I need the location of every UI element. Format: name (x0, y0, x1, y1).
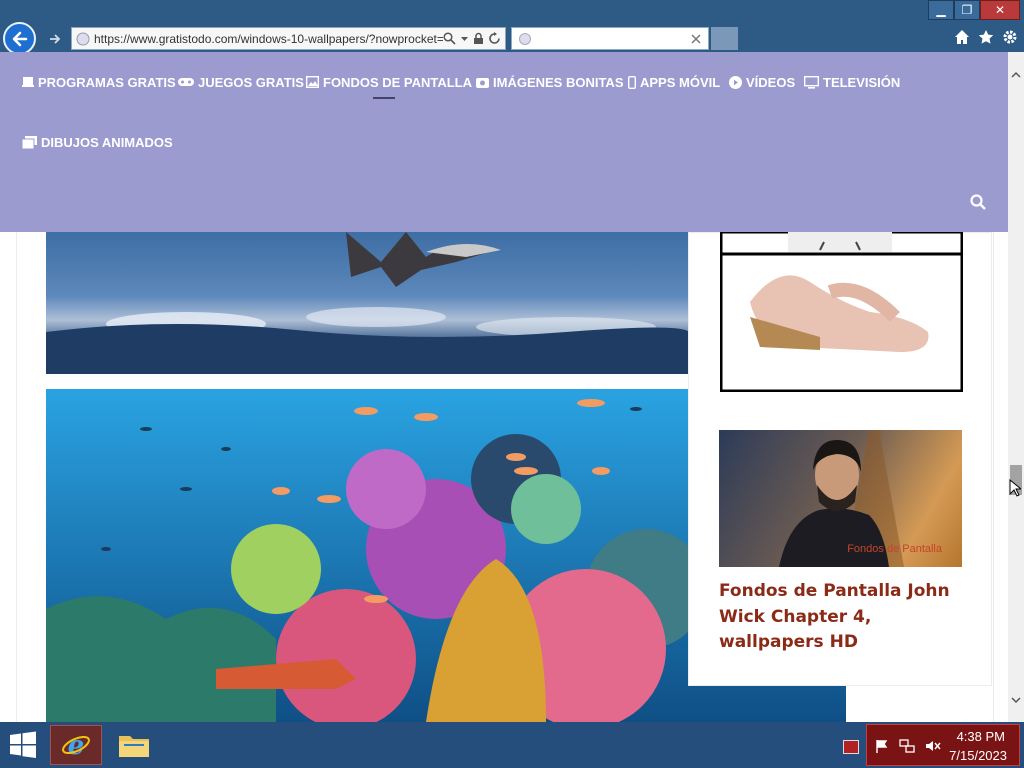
windows-taskbar: e 4:38 PM 7/15/2023 (0, 722, 1024, 768)
clock-date[interactable]: 7/15/2023 (949, 748, 1007, 763)
nav-item-fondos-de-pantalla[interactable]: FONDOS DE PANTALLA (306, 72, 472, 92)
address-bar[interactable]: https://www.gratistodo.com/windows-10-wa… (71, 27, 506, 50)
nav-item-dibujos-animados[interactable]: DIBUJOS ANIMADOS (22, 132, 173, 152)
gamepad-icon (178, 78, 194, 86)
eagle-illustration (46, 232, 688, 374)
window-controls: ▁ ❐ ✕ (928, 0, 1020, 20)
volume-muted-icon[interactable] (925, 739, 941, 753)
nav-item-juegos-gratis[interactable]: JUEGOS GRATIS (178, 72, 304, 92)
search-icon (970, 194, 986, 210)
taskbar-file-explorer[interactable] (110, 725, 158, 765)
sandal-ad-illustration (719, 230, 964, 393)
nav-label: DIBUJOS ANIMADOS (41, 134, 173, 150)
refresh-icon[interactable] (488, 32, 501, 45)
vertical-scrollbar[interactable] (1008, 52, 1024, 722)
main-navigation: PROGRAMAS GRATIS JUEGOS GRATIS FONDOS DE… (0, 52, 1008, 232)
notification-flag-icon[interactable] (843, 740, 859, 754)
forward-button[interactable] (44, 28, 66, 50)
web-page: Fondos de Pantalla Fondos de Pantalla Jo… (0, 52, 1008, 722)
start-button[interactable] (8, 730, 38, 760)
browser-tab[interactable] (511, 27, 709, 50)
images-icon (22, 135, 37, 149)
scroll-up-icon[interactable] (1008, 68, 1024, 82)
taskbar-internet-explorer[interactable]: e (50, 725, 102, 765)
nav-search-button[interactable] (970, 194, 986, 214)
favorites-star-icon[interactable] (978, 29, 994, 45)
dropdown-icon[interactable] (460, 32, 469, 45)
settings-gear-icon[interactable] (1002, 29, 1018, 45)
mobile-icon (628, 75, 636, 89)
search-icon[interactable] (443, 32, 456, 45)
sandal-advertisement[interactable] (719, 230, 964, 393)
new-tab-button[interactable] (711, 27, 738, 50)
scroll-down-icon[interactable] (1008, 693, 1024, 707)
nav-label: PROGRAMAS GRATIS (38, 74, 176, 90)
nav-item-apps-movil[interactable]: APPS MÓVIL (628, 72, 720, 92)
restore-button[interactable]: ❐ (954, 0, 980, 20)
image-icon (306, 76, 319, 88)
active-nav-indicator (373, 97, 395, 99)
close-tab-icon[interactable] (690, 33, 702, 45)
john-wick-image[interactable]: Fondos de Pantalla (719, 430, 962, 567)
svg-text:e: e (68, 731, 85, 760)
action-center-flag-icon[interactable] (875, 739, 889, 753)
play-icon (729, 75, 742, 89)
site-favicon-icon (76, 32, 90, 45)
nav-item-programas-gratis[interactable]: PROGRAMAS GRATIS (22, 72, 176, 92)
back-button[interactable] (3, 22, 36, 55)
browser-chrome: ▁ ❐ ✕ https://www.gratistodo.com/windows… (0, 0, 1024, 55)
arrow-left-icon (12, 31, 27, 46)
nav-item-television[interactable]: TELEVISIÓN (804, 72, 900, 92)
nav-label: IMÁGENES BONITAS (493, 74, 624, 90)
system-tray: 4:38 PM 7/15/2023 (866, 724, 1020, 766)
eagle-wallpaper-image[interactable] (46, 232, 688, 374)
monitor-icon (804, 75, 819, 89)
tab-favicon-icon (519, 33, 531, 45)
home-icon[interactable] (954, 29, 970, 45)
nav-label: TELEVISIÓN (823, 74, 901, 90)
nav-label: JUEGOS GRATIS (198, 74, 304, 90)
network-icon[interactable] (899, 739, 915, 753)
close-window-button[interactable]: ✕ (980, 0, 1020, 20)
camera-icon (476, 78, 489, 88)
clock-time[interactable]: 4:38 PM (957, 729, 1005, 744)
image-caption: Fondos de Pantalla (847, 543, 942, 555)
url-text[interactable]: https://www.gratistodo.com/windows-10-wa… (90, 32, 443, 46)
arrow-right-icon (50, 34, 61, 44)
mouse-cursor-icon (1009, 479, 1021, 497)
laptop-icon (22, 77, 34, 87)
minimize-button[interactable]: ▁ (928, 0, 954, 20)
lock-icon[interactable] (473, 32, 484, 45)
folder-icon (119, 736, 149, 757)
article-title-link[interactable]: Fondos de Pantalla John Wick Chapter 4, … (719, 579, 969, 656)
nav-label: FONDOS DE PANTALLA (323, 74, 473, 90)
windows-logo-icon (10, 731, 36, 758)
nav-item-imagenes-bonitas[interactable]: IMÁGENES BONITAS (476, 72, 624, 92)
nav-item-videos[interactable]: VÍDEOS (729, 72, 795, 92)
internet-explorer-icon: e (62, 731, 90, 760)
nav-label: VÍDEOS (746, 74, 796, 90)
nav-label: APPS MÓVIL (640, 74, 721, 90)
